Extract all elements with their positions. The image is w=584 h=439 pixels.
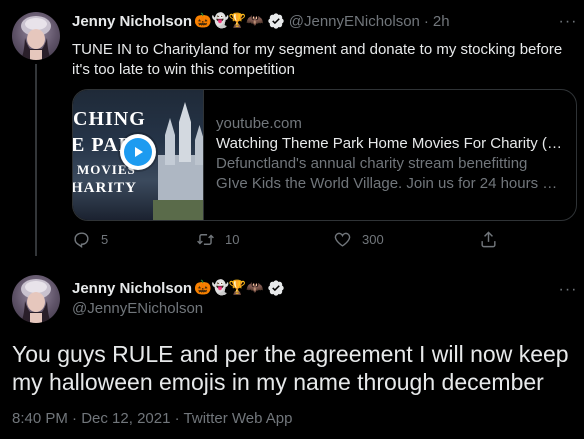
play-icon [124, 138, 152, 166]
reply-button[interactable]: 5 [72, 230, 108, 249]
castle-silhouette [153, 102, 203, 220]
link-preview-card[interactable]: CHING E PARK MOVIES HARITY youtube.com W… [72, 89, 577, 221]
share-button[interactable] [479, 230, 498, 249]
more-icon[interactable]: ··· [556, 10, 580, 34]
avatar-image [20, 279, 52, 323]
verified-badge-icon [268, 13, 284, 29]
video-thumbnail[interactable]: CHING E PARK MOVIES HARITY [73, 90, 204, 220]
play-button[interactable] [120, 134, 156, 170]
tweet-metadata: 8:40 PM · Dec 12, 2021 · Twitter Web App [12, 410, 292, 427]
card-domain: youtube.com [216, 115, 302, 132]
tweet-source[interactable]: Twitter Web App [184, 410, 293, 427]
retweet-button[interactable]: 10 [196, 230, 239, 249]
card-description-line: Defunctland's annual charity stream bene… [216, 155, 528, 172]
thumbnail-caption: CHING [73, 108, 146, 130]
tweet-text: TUNE IN to Charityland for my segment an… [72, 40, 572, 80]
share-icon [481, 231, 496, 248]
card-body: youtube.com Watching Theme Park Home Mov… [204, 90, 576, 220]
display-name[interactable]: Jenny Nicholson [72, 13, 192, 30]
like-count: 300 [362, 232, 384, 247]
card-title: Watching Theme Park Home Movies For Char… [216, 135, 564, 152]
tweet-text-line: TUNE IN to Charityland for my segment an… [72, 41, 563, 58]
separator-dot: · [174, 410, 180, 427]
heart-icon [334, 232, 351, 247]
tweet-date[interactable]: Dec 12, 2021 [81, 410, 170, 427]
card-description: Defunctland's annual charity stream bene… [216, 154, 564, 194]
tweet-text-line: it's too late to win this competition [72, 61, 295, 78]
separator-dot: · [423, 12, 429, 30]
user-handle[interactable]: @JennyENicholson [72, 300, 203, 317]
main-tweet-text: You guys RULE and per the agreement I wi… [12, 341, 569, 395]
name-emojis: 🎃👻🏆🦇 [194, 13, 264, 29]
avatar[interactable] [12, 275, 60, 323]
tweet-header: Jenny Nicholson 🎃👻🏆🦇 [72, 279, 285, 297]
tweet-header: Jenny Nicholson 🎃👻🏆🦇 @JennyENicholson · … [72, 12, 450, 30]
thumbnail-caption: HARITY [73, 180, 138, 196]
retweet-count: 10 [225, 232, 240, 247]
retweet-icon [197, 234, 214, 245]
tweet-thread: Jenny Nicholson 🎃👻🏆🦇 @JennyENicholson · … [0, 0, 584, 439]
tweet-time[interactable]: 8:40 PM [12, 410, 68, 427]
thread-connector-line [35, 64, 37, 256]
avatar[interactable] [12, 12, 60, 60]
display-name[interactable]: Jenny Nicholson [72, 280, 192, 297]
separator-dot: · [72, 410, 78, 427]
reply-count: 5 [101, 232, 109, 247]
tweet-timestamp[interactable]: 2h [433, 13, 450, 30]
card-description-line: GIve Kids the World Village. Join us for… [216, 175, 564, 192]
more-icon[interactable]: ··· [556, 278, 580, 302]
name-emojis: 🎃👻🏆🦇 [194, 280, 264, 296]
reply-icon [74, 232, 89, 248]
like-button[interactable]: 300 [333, 230, 384, 249]
user-handle[interactable]: @JennyENicholson [289, 13, 420, 30]
avatar-image [20, 16, 52, 60]
verified-badge-icon [268, 280, 284, 296]
